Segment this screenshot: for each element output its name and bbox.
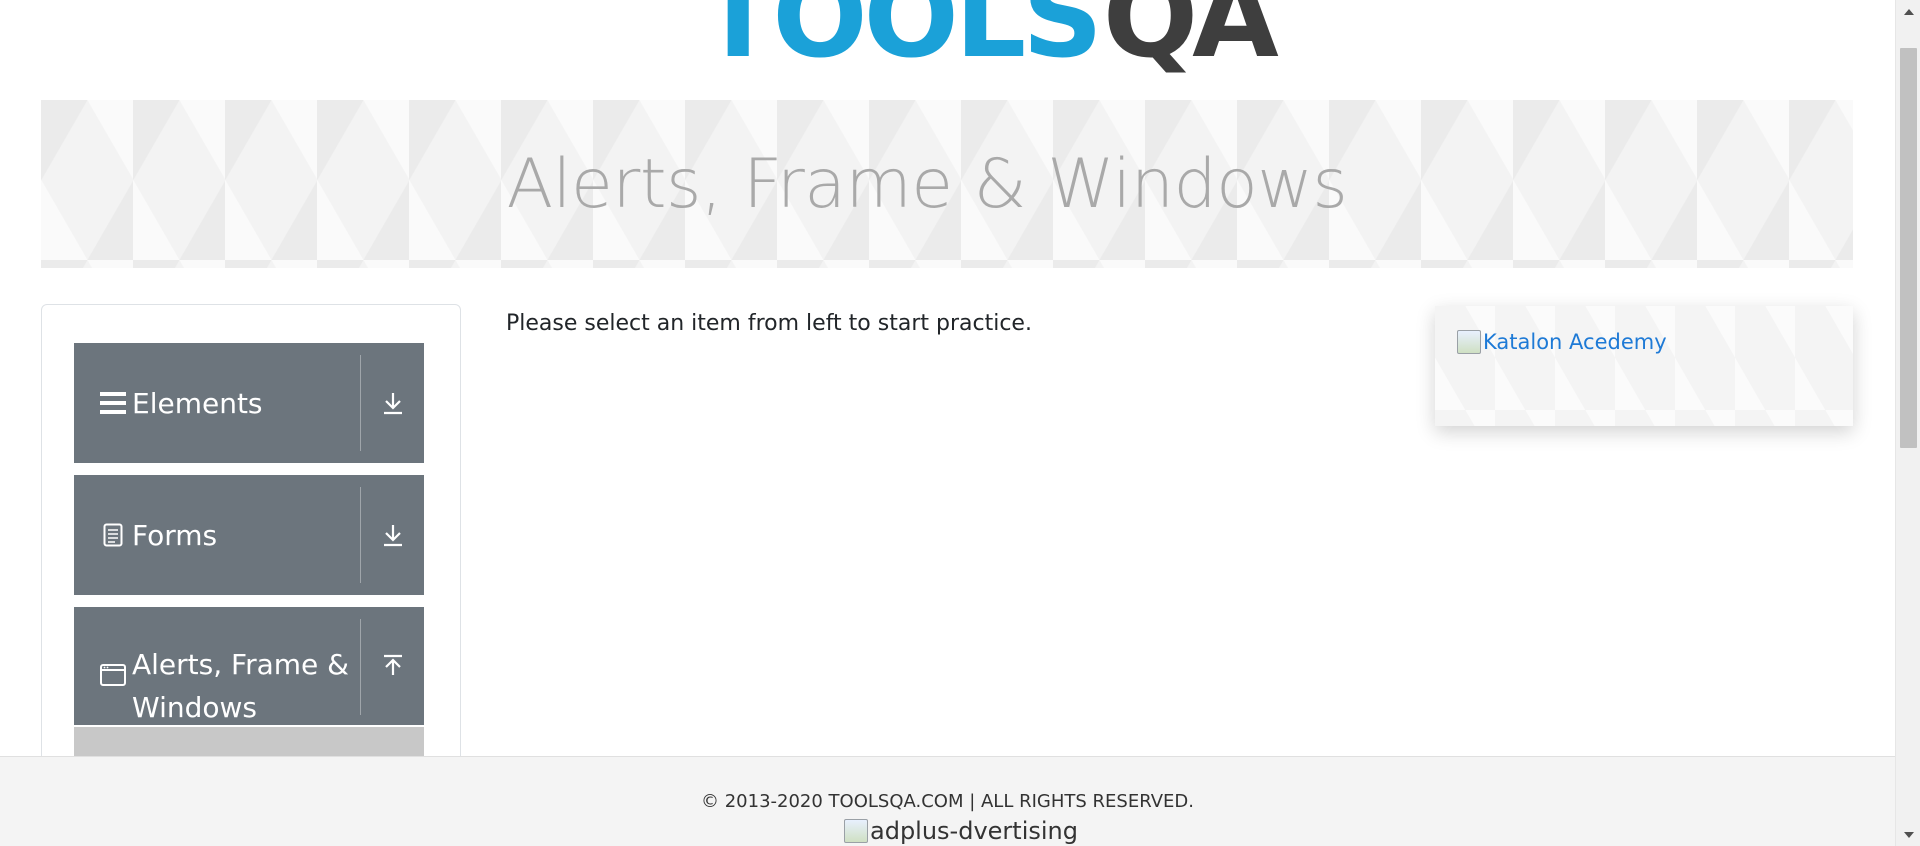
footer-ad[interactable]: adplus-dvertising xyxy=(844,817,1078,845)
vertical-scrollbar[interactable] xyxy=(1895,0,1920,846)
footer-ad-alt: adplus-dvertising xyxy=(870,817,1078,845)
document-icon xyxy=(98,523,128,547)
footer: © 2013-2020 TOOLSQA.COM | ALL RIGHTS RES… xyxy=(0,756,1895,846)
scroll-up-icon[interactable] xyxy=(1896,0,1920,22)
sidebar-group-alerts-frame-windows[interactable]: Alerts, Frame & Windows xyxy=(74,607,424,725)
instruction-text: Please select an item from left to start… xyxy=(506,311,1032,336)
download-arrow-icon[interactable] xyxy=(361,343,424,463)
scroll-thumb[interactable] xyxy=(1900,48,1917,448)
sidebar-group-elements[interactable]: Elements xyxy=(74,343,424,463)
logo-text-tools: TOOLS xyxy=(700,0,1103,83)
katalon-ad-link[interactable]: Katalon Acedemy xyxy=(1457,330,1667,354)
broken-image-icon xyxy=(844,819,868,843)
footer-copyright: © 2013-2020 TOOLSQA.COM | ALL RIGHTS RES… xyxy=(700,791,1194,812)
scroll-down-icon[interactable] xyxy=(1896,824,1920,846)
sidebar-group-forms[interactable]: Forms xyxy=(74,475,424,595)
ad-banner: Katalon Acedemy xyxy=(1435,306,1853,426)
logo-text-qa: QA xyxy=(1102,0,1279,83)
page: TOOLS QA Alerts, Frame & Windows Element… xyxy=(0,0,1920,846)
page-title: Alerts, Frame & Windows xyxy=(506,144,1348,224)
broken-image-icon xyxy=(1457,330,1481,354)
upload-arrow-icon[interactable] xyxy=(361,607,424,725)
window-icon xyxy=(98,664,128,686)
download-arrow-icon[interactable] xyxy=(361,475,424,595)
ad-alt-text: Katalon Acedemy xyxy=(1483,330,1667,354)
toolsqa-logo[interactable]: TOOLS QA xyxy=(700,0,1279,84)
page-banner: Alerts, Frame & Windows xyxy=(41,100,1853,268)
hamburger-icon xyxy=(98,391,128,415)
